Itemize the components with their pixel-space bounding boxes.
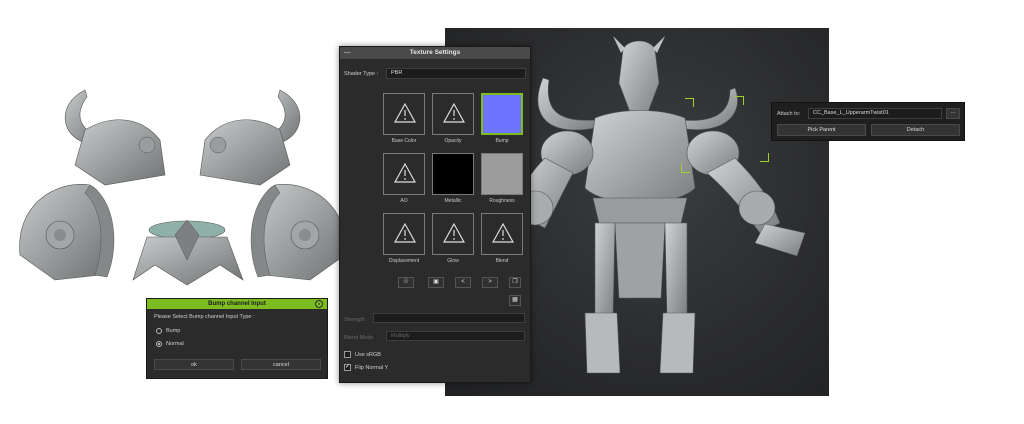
panel-title: Texture Settings [409,49,461,56]
warning-icon [492,223,514,243]
texture-slot-blend[interactable] [481,213,523,255]
pick-parent-button[interactable]: Pick Parent [777,124,866,136]
warning-icon [394,103,416,123]
warning-icon [394,223,416,243]
slot-label-ao: AO [400,198,408,204]
blend-mode-select[interactable]: Multiply [386,331,525,341]
bump-channel-dialog: Bump channel Input × Please Select Bump … [146,298,328,379]
selection-bracket [681,164,690,173]
close-icon[interactable]: × [315,300,323,308]
blend-mode-label: Blend Mode [344,335,374,341]
attach-target-field[interactable]: CC_Base_L_UpperarmTwist01 [808,108,942,119]
shader-type-select[interactable]: PBR [386,68,526,79]
radio-normal[interactable] [156,341,162,347]
attach-panel: Attach to: CC_Base_L_UpperarmTwist01 ...… [771,102,965,141]
share-in-button[interactable]: < [455,277,471,288]
detach-button[interactable]: Detach [871,124,960,136]
ok-button[interactable]: ok [154,359,234,370]
flip-normal-y-label: Flip Normal Y [355,365,389,371]
texture-settings-title-bar[interactable]: — Texture Settings [340,47,530,59]
dialog-title: Bump channel Input [208,301,266,307]
selection-bracket [685,98,694,107]
texture-slot-roughness[interactable] [481,153,523,195]
radio-bump[interactable] [156,328,162,334]
radio-bump-label: Bump [166,328,181,334]
slot-label-roughness: Roughness [489,198,515,204]
shader-type-label: Shader Type : [344,71,379,77]
texture-grid-icon[interactable]: ▦ [509,295,521,306]
bump-dialog-prompt: Please Select Bump channel Input Type : [154,314,255,320]
share-out-button[interactable]: > [482,277,498,288]
texture-slot-bump[interactable] [481,93,523,135]
slot-label-opacity: Opacity [444,138,462,144]
collapse-icon[interactable]: — [344,47,351,59]
texture-slot-glow[interactable] [432,213,474,255]
texture-slot-metallic[interactable] [432,153,474,195]
flip-normal-y-checkbox[interactable]: ✓ [344,364,351,371]
texture-slot-opacity[interactable] [432,93,474,135]
slot-label-base-color: Base Color [391,138,417,144]
browse-button[interactable]: ... [946,108,960,119]
armor-pieces-render [19,89,346,286]
use-srgb-checkbox[interactable] [344,351,351,358]
warning-icon [443,223,465,243]
texture-slot-displacement[interactable] [383,213,425,255]
slot-label-metallic: Metallic [444,198,462,204]
warning-icon [394,163,416,183]
texture-settings-panel: — Texture Settings Shader Type : PBR Bas… [339,46,531,383]
copy-icon[interactable]: ❐ [509,277,521,288]
texture-slot-base-color[interactable] [383,93,425,135]
load-image-button[interactable]: ☉ [398,277,414,288]
slot-label-displacement: Displacement [388,258,420,264]
attach-to-label: Attach to: [777,111,801,117]
strength-label: Strength [344,317,365,323]
texture-slot-ao[interactable] [383,153,425,195]
slot-label-glow: Glow [447,258,459,264]
slot-label-bump: Bump [495,138,509,144]
cancel-button[interactable]: cancel [241,359,321,370]
bump-dialog-title-bar: Bump channel Input × [147,299,327,309]
selection-bracket [735,96,744,105]
strength-slider[interactable] [373,313,525,323]
use-srgb-label: Use sRGB [355,352,381,358]
slot-label-blend: Blend [495,258,509,264]
warning-icon [443,103,465,123]
radio-normal-label: Normal [166,341,184,347]
selection-bracket [760,153,769,162]
save-image-button[interactable]: ▣ [428,277,444,288]
